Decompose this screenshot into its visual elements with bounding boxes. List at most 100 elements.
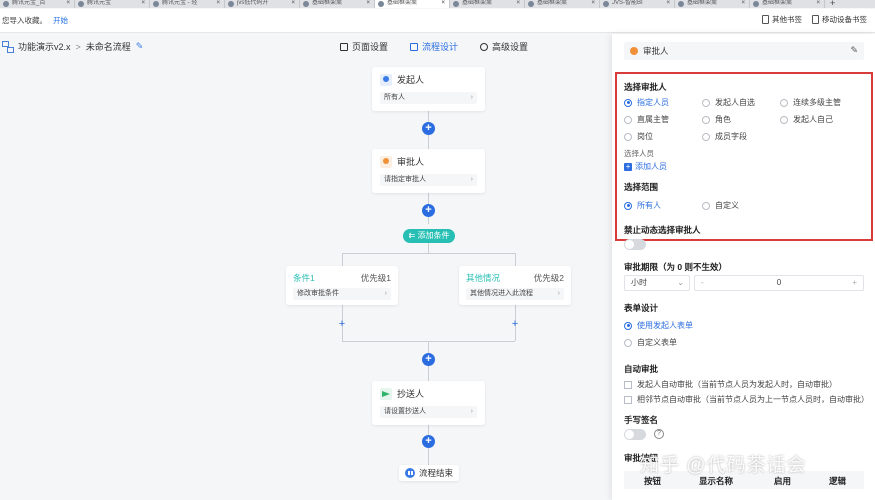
- branch-title: 条件1: [293, 273, 315, 283]
- browser-tab[interactable]: 腾讯元宝 ×: [75, 0, 150, 8]
- approver-node-field[interactable]: 请指定审批人 ›: [380, 174, 477, 186]
- checkbox-adjacent-auto[interactable]: 相邻节点自动审批（当前节点人员为上一节点人员时，自动审批）: [624, 394, 869, 405]
- chevron-right-icon: ›: [470, 176, 473, 183]
- browser-tab[interactable]: 基础框架案 ×: [450, 0, 525, 8]
- deadline-unit-select[interactable]: 小时 ⌄: [624, 275, 690, 291]
- section-scope: 选择范围: [624, 182, 659, 192]
- close-tab-icon[interactable]: ×: [666, 0, 670, 7]
- browser-tab[interactable]: 腾讯元宝_百 ×: [0, 0, 75, 8]
- pause-icon: [405, 468, 415, 478]
- branch-field[interactable]: 其他情况进入此流程 ›: [466, 288, 564, 300]
- bookmark-import-link[interactable]: 开始: [53, 16, 68, 25]
- add-node-button[interactable]: +: [422, 122, 435, 135]
- section-signature: 手写签名: [624, 415, 659, 425]
- branch-priority: 优先级1: [360, 273, 391, 283]
- add-person-button[interactable]: + 添加人员: [624, 161, 667, 172]
- new-tab-icon[interactable]: +: [825, 0, 840, 8]
- panel-title-bar: 审批人 ✎: [624, 42, 864, 60]
- radio-initiator-choose[interactable]: 发起人自选: [702, 97, 755, 108]
- browser-tab-strip: 腾讯元宝_百 × 腾讯元宝 × 腾讯元宝 - 轻 × jvs低代码开 × 基础框架案 × …: [0, 0, 875, 8]
- browser-tab[interactable]: 基础框架案 ×: [750, 0, 825, 8]
- add-condition-button[interactable]: ⇇ 添加条件: [403, 229, 455, 243]
- chevron-right-icon: >: [75, 41, 81, 52]
- close-tab-icon[interactable]: ×: [366, 0, 370, 7]
- section-select-approver: 选择审批人: [624, 82, 667, 92]
- branch-connector: [342, 253, 515, 254]
- approver-node[interactable]: 审批人 请指定审批人 ›: [372, 149, 485, 193]
- forbid-dynamic-toggle[interactable]: [624, 239, 646, 250]
- browser-tab[interactable]: 腾讯元宝 - 轻 ×: [150, 0, 225, 8]
- bookmark-bar: 您导入收藏。 开始 其他书签 移动设备书签: [0, 9, 875, 33]
- add-node-button[interactable]: +: [422, 435, 435, 448]
- branch-field[interactable]: 修改审批条件 ›: [293, 288, 391, 300]
- close-tab-icon[interactable]: ×: [516, 0, 520, 7]
- section-deadline: 审批期限（为 0 则不生效）: [624, 262, 727, 272]
- radio-member-field[interactable]: 成员字段: [702, 131, 747, 142]
- mobile-bookmarks-button[interactable]: 移动设备书签: [812, 14, 867, 25]
- bookmark-icon: [762, 15, 769, 24]
- add-node-button[interactable]: +: [422, 204, 435, 217]
- condition-branch-2[interactable]: 其他情况 优先级2 其他情况进入此流程 ›: [459, 266, 571, 305]
- start-node-field[interactable]: 所有人 ›: [380, 92, 477, 104]
- browser-tab-active[interactable]: 基础框架案 ×: [375, 0, 450, 8]
- flow-name: 未命名流程: [85, 42, 131, 52]
- help-icon[interactable]: ?: [654, 429, 664, 439]
- chevron-down-icon: ⌄: [677, 278, 684, 287]
- watermark: 知乎 @代码茶话会: [640, 455, 807, 476]
- close-tab-icon[interactable]: ×: [591, 0, 595, 7]
- radio-position[interactable]: 岗位: [624, 131, 653, 142]
- favicon-icon: [78, 1, 84, 7]
- close-tab-icon[interactable]: ×: [66, 0, 70, 7]
- branch-add-button[interactable]: +: [510, 319, 520, 330]
- flow-logo-icon: [2, 41, 14, 53]
- close-tab-icon[interactable]: ×: [216, 0, 220, 7]
- radio-role[interactable]: 角色: [702, 114, 731, 125]
- approver-config-panel: 审批人 ✎ 选择审批人 指定人员 发起人自选 连续多级主管 直属主管 角色 发起人…: [612, 34, 875, 500]
- radio-scope-all[interactable]: 所有人: [624, 200, 661, 211]
- favicon-icon: [153, 1, 159, 7]
- close-tab-icon[interactable]: ×: [741, 0, 745, 7]
- radio-initiator-self[interactable]: 发起人自己: [780, 114, 833, 125]
- favicon-icon: [228, 1, 234, 7]
- browser-tab[interactable]: 基础框架案 ×: [525, 0, 600, 8]
- add-node-button[interactable]: +: [422, 353, 435, 366]
- radio-use-initiator-form[interactable]: 使用发起人表单: [624, 320, 693, 331]
- radio-specified-person[interactable]: 指定人员: [624, 97, 669, 108]
- approver-icon: [380, 155, 392, 168]
- deadline-number-input[interactable]: - 0 +: [694, 275, 864, 291]
- increment-button[interactable]: +: [852, 276, 857, 290]
- radio-multi-level-supervisor[interactable]: 连续多级主管: [780, 97, 841, 108]
- gear-icon: [480, 42, 489, 51]
- edit-icon[interactable]: ✎: [850, 45, 858, 56]
- chevron-right-icon: ›: [470, 94, 473, 101]
- radio-custom-form[interactable]: 自定义表单: [624, 337, 677, 348]
- cc-node-field[interactable]: 请设置抄送人 ›: [380, 406, 477, 418]
- browser-tab[interactable]: JVS-智能BI ×: [600, 0, 675, 8]
- browser-tab[interactable]: 基础框架案 ×: [675, 0, 750, 8]
- signature-toggle[interactable]: [624, 429, 646, 440]
- close-tab-icon[interactable]: ×: [441, 0, 445, 7]
- close-tab-icon[interactable]: ×: [141, 0, 145, 7]
- user-icon: [630, 47, 638, 55]
- browser-tab[interactable]: 基础框架案 ×: [300, 0, 375, 8]
- page-icon: [340, 42, 348, 51]
- other-bookmarks-button[interactable]: 其他书签: [762, 14, 802, 25]
- end-node: 流程结束: [399, 465, 459, 481]
- radio-scope-custom[interactable]: 自定义: [702, 200, 739, 211]
- start-node[interactable]: 发起人 所有人 ›: [372, 67, 485, 111]
- close-tab-icon[interactable]: ×: [816, 0, 820, 7]
- tab-page-settings[interactable]: 页面设置: [340, 40, 388, 53]
- edit-icon[interactable]: ✎: [136, 41, 144, 52]
- condition-branch-1[interactable]: 条件1 优先级1 修改审批条件 ›: [286, 266, 398, 305]
- branch-add-button[interactable]: +: [337, 319, 347, 330]
- tab-flow-design[interactable]: 流程设计: [410, 40, 458, 53]
- app-name[interactable]: 功能演示v2.x: [18, 40, 71, 53]
- tab-advanced-settings[interactable]: 高级设置: [480, 40, 528, 53]
- radio-direct-supervisor[interactable]: 直属主管: [624, 114, 669, 125]
- browser-tab[interactable]: jvs低代码开 ×: [225, 0, 300, 8]
- chevron-right-icon: ›: [384, 290, 387, 297]
- close-tab-icon[interactable]: ×: [291, 0, 295, 7]
- favicon-icon: [603, 1, 609, 7]
- checkbox-initiator-auto[interactable]: 发起人自动审批（当前节点人员为发起人时，自动审批）: [624, 379, 837, 390]
- cc-node[interactable]: 抄送人 请设置抄送人 ›: [372, 381, 485, 425]
